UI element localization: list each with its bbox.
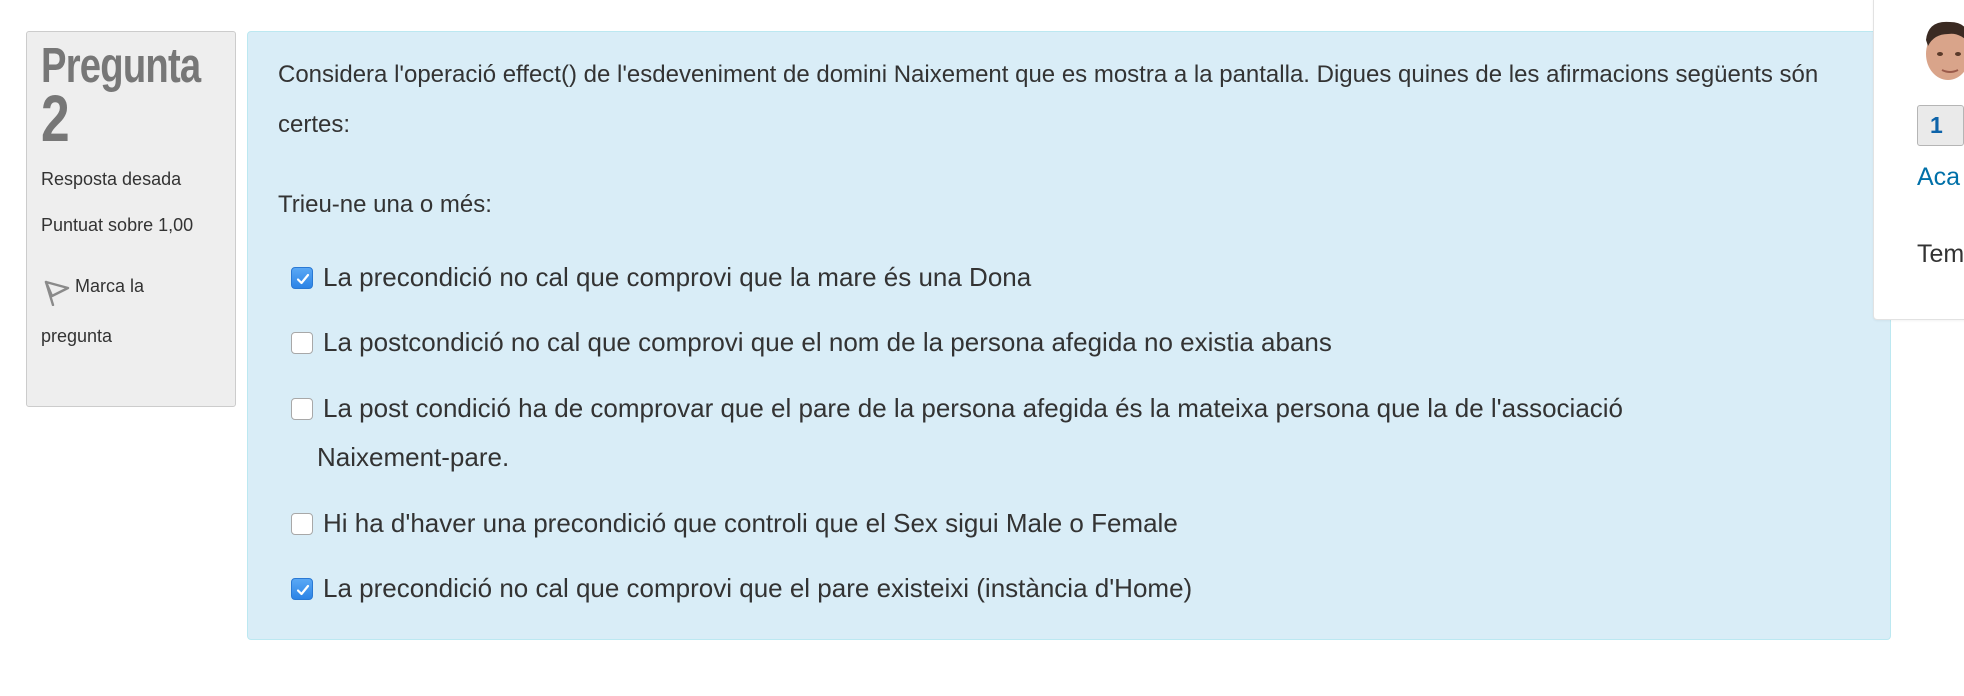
question-text: Considera l'operació effect() de l'esdev…: [278, 61, 1819, 138]
answer-label-wrap[interactable]: La post condició ha de comprovar que el …: [291, 384, 1851, 482]
question-number-value: 2: [41, 81, 70, 155]
question-info: Pregunta 2 Resposta desada Puntuat sobre…: [26, 31, 236, 407]
answer-checkbox[interactable]: [291, 267, 313, 289]
answer-checkbox[interactable]: [291, 513, 313, 535]
flag-label[interactable]: Marca la: [75, 276, 144, 296]
answer-option[interactable]: La precondició no cal que comprovi que l…: [291, 253, 1851, 302]
user-avatar: [1920, 10, 1964, 82]
flag-question-link[interactable]: Marca la pregunta: [41, 261, 221, 361]
answer-label[interactable]: La precondició no cal que comprovi que e…: [291, 564, 1851, 613]
answer-checkbox[interactable]: [291, 578, 313, 600]
time-label: Tem: [1917, 240, 1964, 268]
flag-label-cont[interactable]: pregunta: [41, 326, 112, 346]
answer-option[interactable]: La precondició no cal que comprovi que e…: [291, 564, 1851, 613]
flag-icon[interactable]: [41, 275, 71, 307]
answer-label[interactable]: La postcondició no cal que comprovi que …: [291, 318, 1851, 367]
answer-label[interactable]: Hi ha d'haver una precondició que contro…: [291, 499, 1851, 548]
answer-label-cont[interactable]: Naixement-pare.: [317, 433, 1851, 482]
question-grade: Puntuat sobre 1,00: [41, 214, 194, 235]
finish-attempt-link[interactable]: Aca: [1917, 163, 1960, 192]
answer-label[interactable]: La precondició no cal que comprovi que l…: [291, 253, 1851, 302]
question-state: Resposta desada: [41, 169, 182, 189]
answer-checkbox[interactable]: [291, 398, 313, 420]
answer-option[interactable]: La post condició ha de comprovar que el …: [291, 384, 1851, 482]
answer-option[interactable]: Hi ha d'haver una precondició que contro…: [291, 499, 1851, 548]
question-number: Pregunta 2: [41, 42, 201, 155]
answer-checkbox[interactable]: [291, 332, 313, 354]
answer-prompt: Trieu-ne una o més:: [278, 191, 492, 218]
question-content: Considera l'operació effect() de l'esdev…: [247, 31, 1891, 640]
answer-option[interactable]: La postcondició no cal que comprovi que …: [291, 318, 1851, 367]
question-nav-button[interactable]: 1: [1917, 105, 1964, 146]
answer-label[interactable]: La post condició ha de comprovar que el …: [323, 393, 1623, 423]
